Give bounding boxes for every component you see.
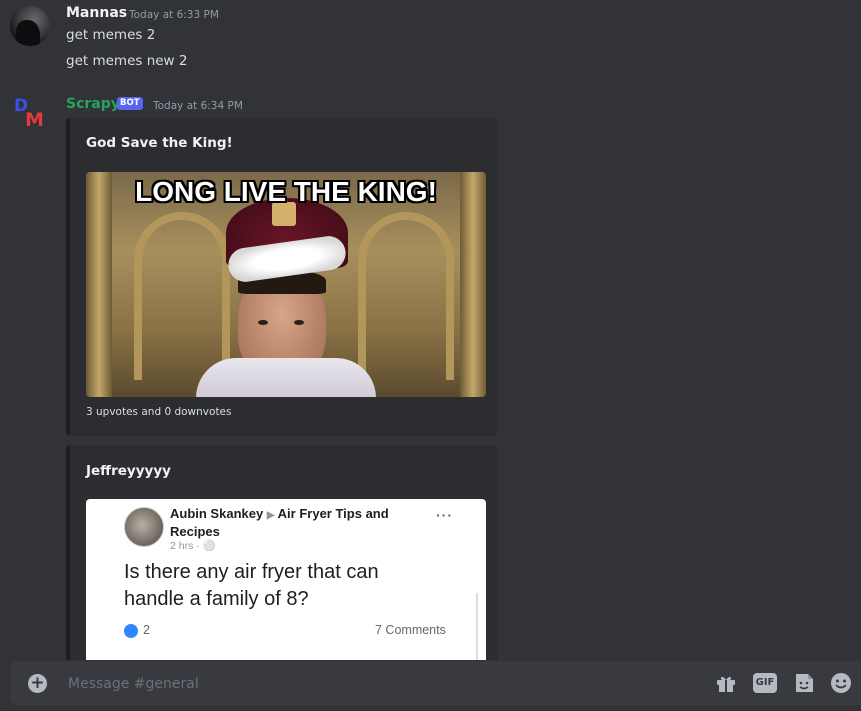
post-text: Is there any air fryer that can handle a…	[124, 561, 379, 610]
post-author-avatar	[124, 507, 164, 547]
message-input[interactable]	[66, 671, 630, 697]
emoji-icon[interactable]	[829, 671, 853, 695]
meme-image[interactable]: LONG LIVE THE KING!	[86, 172, 486, 397]
like-count: 2	[143, 623, 150, 637]
globe-icon: ⚪	[202, 540, 216, 552]
like-icon	[124, 624, 138, 638]
sticker-icon[interactable]	[792, 671, 816, 695]
embed-title[interactable]: God Save the King!	[86, 135, 233, 151]
message-composer: + GIF	[10, 661, 861, 705]
meme-caption: LONG LIVE THE KING!	[135, 176, 437, 207]
embed-card: Jeffreyyyyy Aubin Skankey ▶ Air Fryer Ti…	[66, 445, 498, 660]
post-author: Aubin Skankey	[170, 506, 264, 521]
bot-tag-badge: BOT	[117, 97, 143, 110]
message-list: Mannas Today at 6:33 PM get memes 2 get …	[0, 0, 861, 660]
meme-image[interactable]: Aubin Skankey ▶ Air Fryer Tips and Recip…	[86, 499, 486, 660]
bot-avatar[interactable]: D M	[14, 96, 50, 132]
divider	[476, 593, 478, 660]
comment-count: 7 Comments	[375, 623, 446, 637]
message-line: get memes 2	[66, 27, 156, 43]
gif-button[interactable]: GIF	[753, 673, 777, 693]
avatar-letter-m: M	[25, 109, 44, 131]
embed-title[interactable]: Jeffreyyyyy	[86, 463, 171, 479]
add-attachment-button[interactable]: +	[28, 674, 47, 693]
gift-icon[interactable]	[714, 671, 738, 695]
message-timestamp: Today at 6:34 PM	[153, 100, 243, 112]
embed-card: God Save the King! LONG LIVE THE KING! 3…	[66, 118, 498, 436]
username[interactable]: Mannas	[66, 5, 127, 21]
message-timestamp: Today at 6:33 PM	[129, 9, 219, 21]
more-icon: ···	[436, 507, 453, 523]
bot-username[interactable]: Scrapy	[66, 96, 120, 112]
post-header: Aubin Skankey ▶ Air Fryer Tips and Recip…	[170, 506, 410, 540]
message-line: get memes new 2	[66, 53, 188, 69]
post-time: 2 hrs ·	[170, 540, 203, 552]
embed-footer: 3 upvotes and 0 downvotes	[86, 406, 232, 418]
user-avatar[interactable]	[10, 6, 50, 46]
share-arrow-icon: ▶	[266, 510, 275, 521]
post-meta: 2 hrs · ⚪	[170, 539, 216, 552]
